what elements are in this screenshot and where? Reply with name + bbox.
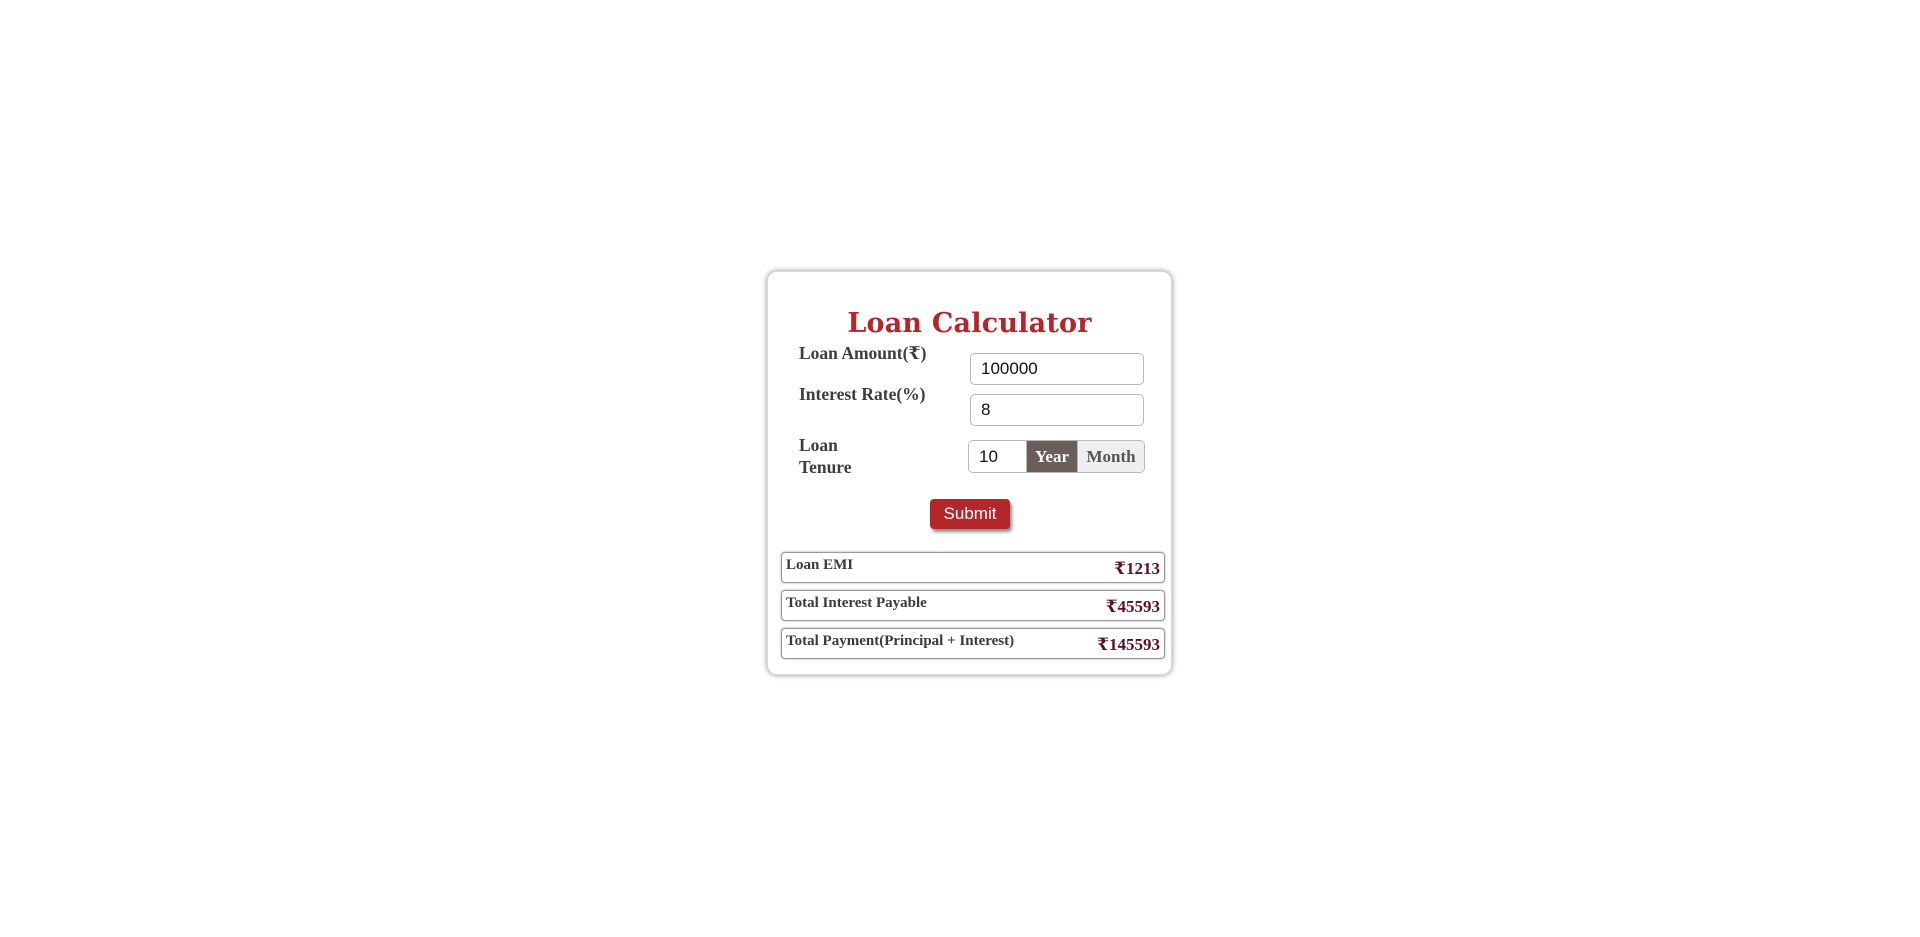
loan-tenure-label: Loan Tenure <box>799 435 852 477</box>
tenure-unit-year-button[interactable]: Year <box>1027 441 1077 472</box>
loan-tenure-group: Year Month <box>968 440 1145 473</box>
result-value: ₹45593 <box>1105 597 1160 616</box>
result-label: Total Interest Payable <box>786 595 927 611</box>
result-label: Loan EMI <box>786 557 854 573</box>
loan-calculator-card: Loan Calculator Loan Amount(₹) Interest … <box>767 271 1172 675</box>
loan-tenure-input[interactable] <box>969 441 1027 472</box>
result-row-total-interest: Total Interest Payable ₹45593 <box>781 590 1165 621</box>
loan-amount-input[interactable] <box>970 353 1144 385</box>
page-title: Loan Calculator <box>847 308 1092 339</box>
result-value: ₹145593 <box>1097 635 1160 654</box>
interest-rate-label: Interest Rate(%) <box>799 384 926 404</box>
result-row-loan-emi: Loan EMI ₹1213 <box>781 552 1165 583</box>
result-row-total-payment: Total Payment(Principal + Interest) ₹145… <box>781 628 1165 659</box>
tenure-unit-month-button[interactable]: Month <box>1077 441 1144 472</box>
result-value: ₹1213 <box>1114 559 1160 578</box>
loan-amount-label: Loan Amount(₹) <box>799 343 927 363</box>
submit-button[interactable]: Submit <box>930 499 1010 529</box>
interest-rate-input[interactable] <box>970 394 1144 426</box>
result-label: Total Payment(Principal + Interest) <box>786 633 1015 649</box>
